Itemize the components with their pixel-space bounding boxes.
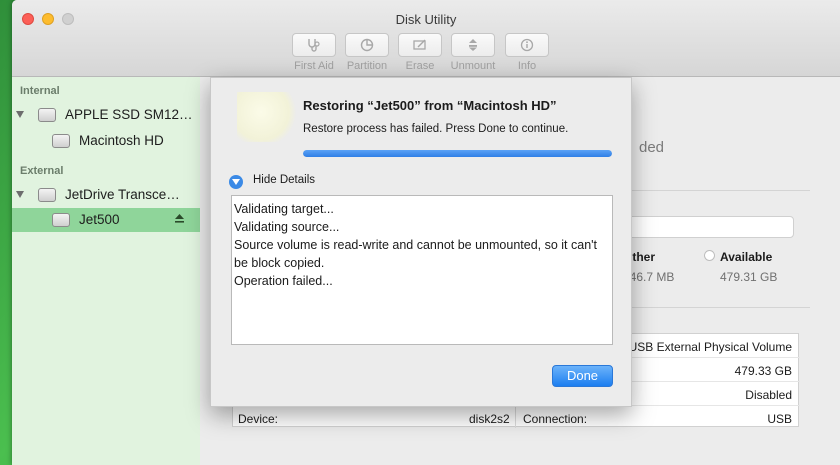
first-aid-label: First Aid bbox=[294, 60, 334, 72]
sidebar-item-label: Jet500 bbox=[79, 212, 120, 227]
usage-bar bbox=[620, 216, 794, 238]
info-button[interactable] bbox=[505, 33, 549, 57]
pie-partition-icon bbox=[360, 38, 374, 52]
legend-available-swatch bbox=[704, 250, 715, 261]
restore-sheet: Restoring “Jet500” from “Macintosh HD” R… bbox=[210, 77, 632, 407]
disclosure-triangle-icon[interactable] bbox=[229, 175, 243, 189]
partition-label: Partition bbox=[346, 60, 388, 72]
toolbar-partition[interactable]: Partition bbox=[344, 33, 390, 72]
divider bbox=[620, 307, 810, 308]
restore-progress-bar bbox=[303, 150, 612, 157]
info-type-value: USB External Physical Volume bbox=[628, 340, 792, 354]
done-button[interactable]: Done bbox=[552, 365, 613, 387]
eraser-icon bbox=[413, 39, 426, 50]
window-title: Disk Utility bbox=[395, 12, 457, 27]
divider bbox=[620, 190, 810, 191]
restore-icon bbox=[237, 92, 297, 142]
sidebar-item-macintosh-hd[interactable]: Macintosh HD bbox=[12, 129, 200, 153]
info-icon bbox=[520, 38, 534, 52]
volume-icon bbox=[52, 213, 70, 227]
disclosure-triangle-icon[interactable] bbox=[16, 111, 24, 118]
toolbar-info[interactable]: Info bbox=[504, 33, 550, 72]
unmount-icon bbox=[469, 39, 477, 51]
external-disk-icon bbox=[38, 188, 56, 202]
toolbar-first-aid[interactable]: First Aid bbox=[291, 33, 337, 72]
hide-details-label: Hide Details bbox=[253, 174, 315, 186]
sidebar-item-apple-ssd[interactable]: APPLE SSD SM12… bbox=[12, 103, 200, 127]
volume-status-text: ded bbox=[639, 139, 665, 156]
partition-button[interactable] bbox=[345, 33, 389, 57]
info-owners-value: Disabled bbox=[745, 388, 792, 402]
info-connection-value: USB bbox=[767, 412, 792, 426]
hide-details-toggle[interactable]: Hide Details bbox=[229, 173, 349, 191]
sidebar: Internal APPLE SSD SM12… Macintosh HD Ex… bbox=[12, 77, 200, 465]
sidebar-item-label: APPLE SSD SM12… bbox=[65, 107, 193, 122]
volume-icon bbox=[52, 134, 70, 148]
erase-button[interactable] bbox=[398, 33, 442, 57]
sidebar-item-label: JetDrive Transce… bbox=[65, 187, 180, 202]
log-line: Operation failed... bbox=[234, 274, 333, 288]
stethoscope-icon bbox=[308, 39, 320, 52]
legend-available-title: Available bbox=[720, 250, 773, 264]
info-capacity-value: 479.33 GB bbox=[734, 364, 792, 378]
info-label: Info bbox=[517, 60, 537, 72]
sidebar-item-jetdrive[interactable]: JetDrive Transce… bbox=[12, 183, 200, 207]
unmount-button[interactable] bbox=[451, 33, 495, 57]
info-connection-label: Connection: bbox=[523, 412, 588, 426]
info-device-value: disk2s2 bbox=[469, 412, 510, 426]
details-log[interactable]: Validating target... Validating source..… bbox=[231, 195, 613, 345]
sidebar-heading-external: External bbox=[20, 165, 64, 177]
first-aid-button[interactable] bbox=[292, 33, 336, 57]
sidebar-item-jet500[interactable]: Jet500 bbox=[12, 208, 200, 232]
sidebar-heading-internal: Internal bbox=[20, 85, 60, 97]
disclosure-triangle-icon[interactable] bbox=[16, 191, 24, 198]
sidebar-item-label: Macintosh HD bbox=[79, 133, 164, 148]
sheet-title: Restoring “Jet500” from “Macintosh HD” bbox=[303, 98, 557, 113]
erase-label: Erase bbox=[405, 60, 435, 72]
legend-available-value: 479.31 GB bbox=[720, 270, 778, 284]
internal-disk-icon bbox=[38, 108, 56, 122]
log-line: Source volume is read-write and cannot b… bbox=[234, 238, 598, 270]
toolbar-unmount[interactable]: Unmount bbox=[450, 33, 496, 72]
log-line: Validating source... bbox=[234, 220, 340, 234]
progress-fill bbox=[303, 150, 612, 157]
toolbar-erase[interactable]: Erase bbox=[397, 33, 443, 72]
sheet-message: Restore process has failed. Press Done t… bbox=[303, 123, 569, 135]
unmount-label: Unmount bbox=[450, 60, 496, 72]
info-device-label: Device: bbox=[238, 412, 279, 426]
eject-icon[interactable] bbox=[174, 213, 185, 224]
title-bar: Disk Utility First Aid Partition Erase U… bbox=[12, 0, 840, 77]
log-line: Validating target... bbox=[234, 202, 334, 216]
